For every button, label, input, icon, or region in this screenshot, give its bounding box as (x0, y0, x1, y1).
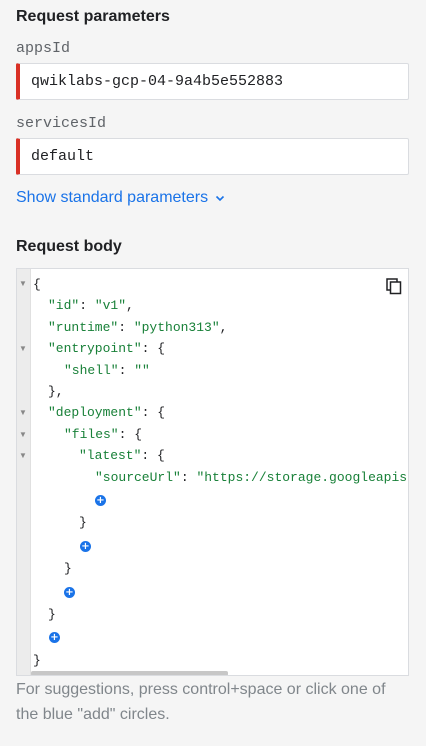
fold-arrow-icon[interactable]: ▼ (18, 408, 28, 417)
code-line: } (33, 653, 41, 668)
services-id-label: servicesId (16, 115, 107, 132)
code-line: "sourceUrl": "https://storage.googleapis… (95, 470, 409, 485)
fold-arrow-icon[interactable]: ▼ (18, 344, 28, 353)
copy-icon[interactable] (385, 277, 403, 295)
add-circle-icon[interactable]: + (80, 541, 91, 552)
show-standard-parameters-label: Show standard parameters (16, 189, 209, 206)
code-line: } (64, 561, 72, 576)
fold-arrow-icon[interactable]: ▼ (18, 279, 28, 288)
apps-id-label: appsId (16, 40, 71, 57)
code-line: }, (48, 384, 64, 399)
editor-gutter (17, 269, 31, 675)
code-line: } (79, 515, 87, 530)
code-line: "id": "v1", (48, 298, 134, 313)
fold-arrow-icon[interactable]: ▼ (18, 430, 28, 439)
request-body-editor[interactable]: ▼ ▼ ▼ ▼ ▼ { "id": "v1", "runtime": "pyth… (16, 268, 409, 676)
fold-arrow-icon[interactable]: ▼ (18, 451, 28, 460)
apps-id-input[interactable]: qwiklabs-gcp-04-9a4b5e552883 (16, 63, 409, 100)
code-line: "shell": "" (64, 363, 150, 378)
add-circle-icon[interactable]: + (95, 495, 106, 506)
request-body-title: Request body (16, 238, 122, 255)
code-line: "latest": { (79, 448, 165, 463)
services-id-input[interactable]: default (16, 138, 409, 175)
code-line: "deployment": { (48, 405, 166, 420)
code-line: "files": { (64, 427, 143, 442)
horizontal-scrollbar[interactable] (31, 671, 228, 675)
request-parameters-title: Request parameters (16, 8, 170, 25)
show-standard-parameters-link[interactable]: Show standard parameters (16, 189, 226, 207)
code-line: { (33, 277, 41, 292)
add-circle-icon[interactable]: + (64, 587, 75, 598)
code-line: "runtime": "python313", (48, 320, 228, 335)
code-line: } (48, 607, 56, 622)
code-line: "entrypoint": { (48, 341, 166, 356)
add-circle-icon[interactable]: + (49, 632, 60, 643)
chevron-down-icon (216, 195, 225, 202)
editor-hint: For suggestions, press control+space or … (16, 681, 386, 723)
